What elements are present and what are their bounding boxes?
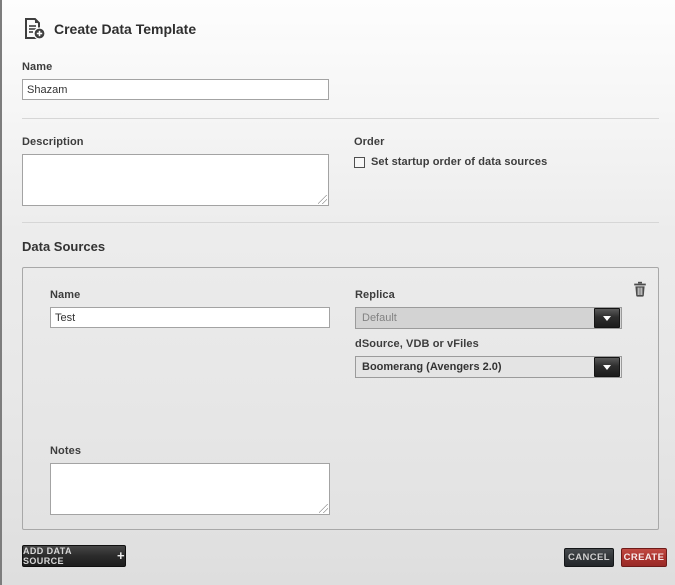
create-button[interactable]: CREATE <box>621 548 667 567</box>
replica-label: Replica <box>355 289 395 301</box>
startup-order-checkbox-label[interactable]: Set startup order of data sources <box>371 156 547 168</box>
add-data-source-label: ADD DATA SOURCE <box>23 546 112 566</box>
ds-name-input[interactable] <box>50 307 330 328</box>
name-label: Name <box>22 61 52 73</box>
data-sources-heading: Data Sources <box>22 239 105 254</box>
notes-textarea-wrap <box>50 463 330 515</box>
name-input[interactable] <box>22 79 329 100</box>
divider <box>22 118 659 119</box>
startup-order-checkbox[interactable] <box>354 157 365 168</box>
description-textarea[interactable] <box>22 154 329 206</box>
chevron-down-icon[interactable] <box>594 308 620 328</box>
data-source-card: Name Replica Default dSource, VDB or vFi… <box>22 267 659 530</box>
notes-label: Notes <box>50 445 81 457</box>
source-dropdown[interactable]: Boomerang (Avengers 2.0) <box>355 356 622 378</box>
replica-dropdown[interactable]: Default <box>355 307 622 329</box>
order-label: Order <box>354 136 384 148</box>
source-label: dSource, VDB or vFiles <box>355 338 479 350</box>
notes-textarea[interactable] <box>50 463 330 515</box>
delete-data-source-icon[interactable] <box>633 281 647 297</box>
source-dropdown-value: Boomerang (Avengers 2.0) <box>356 361 594 373</box>
dialog-title: Create Data Template <box>54 21 196 37</box>
cancel-button[interactable]: CANCEL <box>564 548 614 567</box>
description-textarea-wrap <box>22 154 329 206</box>
ds-name-label: Name <box>50 289 80 301</box>
create-data-template-dialog: Create Data Template Name Description Or… <box>0 0 675 585</box>
order-checkbox-row: Set startup order of data sources <box>354 156 547 168</box>
chevron-down-icon[interactable] <box>594 357 620 377</box>
dialog-header: Create Data Template <box>22 17 196 41</box>
divider <box>22 222 659 223</box>
description-label: Description <box>22 136 84 148</box>
add-data-source-button[interactable]: ADD DATA SOURCE + <box>22 545 126 567</box>
replica-dropdown-value: Default <box>356 312 594 324</box>
plus-icon: + <box>117 548 125 563</box>
document-add-icon <box>22 17 46 41</box>
